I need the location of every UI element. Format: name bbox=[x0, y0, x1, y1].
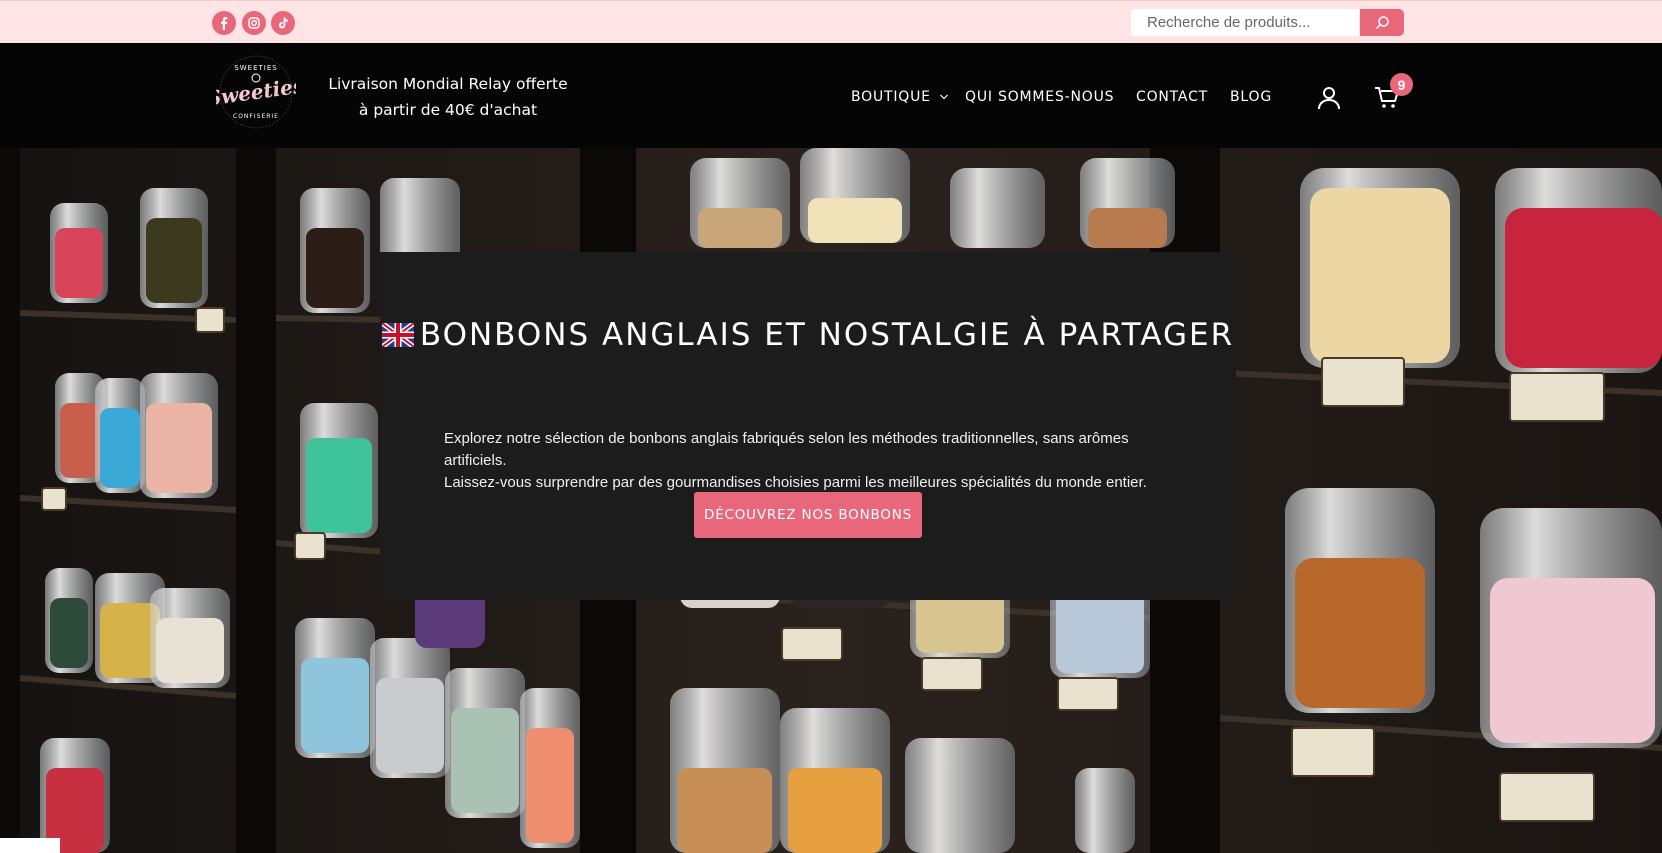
search-icon bbox=[1375, 16, 1389, 30]
hero-section: BONBONS ANGLAIS ET NOSTALGIE À PARTAGER … bbox=[0, 148, 1662, 853]
product-search bbox=[1131, 9, 1404, 36]
nav-contact[interactable]: CONTACT bbox=[1136, 89, 1208, 105]
promo-line-2: à partir de 40€ d'achat bbox=[358, 101, 538, 119]
hero-desc-line-2: Laissez-vous surprendre par des gourmand… bbox=[444, 474, 1147, 491]
hero-overlay: BONBONS ANGLAIS ET NOSTALGIE À PARTAGER … bbox=[380, 252, 1236, 600]
hero-title-text: BONBONS ANGLAIS ET NOSTALGIE À PARTAGER bbox=[419, 317, 1235, 353]
chevron-down-icon bbox=[940, 94, 949, 100]
svg-text:CONFISERIE: CONFISERIE bbox=[233, 113, 279, 120]
nav-boutique-label: BOUTIQUE bbox=[851, 89, 931, 105]
tiktok-icon[interactable] bbox=[271, 11, 295, 35]
account-icon[interactable] bbox=[1316, 85, 1342, 111]
hero-description: Explorez notre sélection de bonbons angl… bbox=[444, 428, 1184, 494]
instagram-icon[interactable] bbox=[242, 11, 266, 35]
corner-widget bbox=[0, 838, 60, 853]
svg-text:SWEETIES: SWEETIES bbox=[234, 64, 277, 72]
nav-blog[interactable]: BLOG bbox=[1230, 89, 1272, 105]
sweeties-logo[interactable]: SWEETIES Sweeties CONFISERIE bbox=[216, 52, 296, 132]
uk-flag-icon bbox=[380, 321, 416, 349]
promo-line-1: Livraison Mondial Relay offerte bbox=[328, 75, 568, 93]
shipping-promo: Livraison Mondial Relay offerte à partir… bbox=[320, 71, 576, 123]
discover-candies-button[interactable]: DÉCOUVREZ NOS BONBONS bbox=[694, 492, 922, 538]
nav-qui-sommes-nous[interactable]: QUI SOMMES-NOUS bbox=[965, 89, 1114, 105]
facebook-icon[interactable] bbox=[212, 11, 236, 35]
cart-count-badge: 9 bbox=[1390, 73, 1413, 96]
nav-boutique[interactable]: BOUTIQUE bbox=[851, 89, 949, 105]
top-bar bbox=[0, 0, 1662, 43]
main-header: SWEETIES Sweeties CONFISERIE Livraison M… bbox=[0, 43, 1662, 148]
hero-title: BONBONS ANGLAIS ET NOSTALGIE À PARTAGER bbox=[380, 312, 1236, 358]
search-button[interactable] bbox=[1360, 9, 1404, 36]
search-input[interactable] bbox=[1131, 9, 1359, 36]
hero-desc-line-1: Explorez notre sélection de bonbons angl… bbox=[444, 430, 1129, 469]
